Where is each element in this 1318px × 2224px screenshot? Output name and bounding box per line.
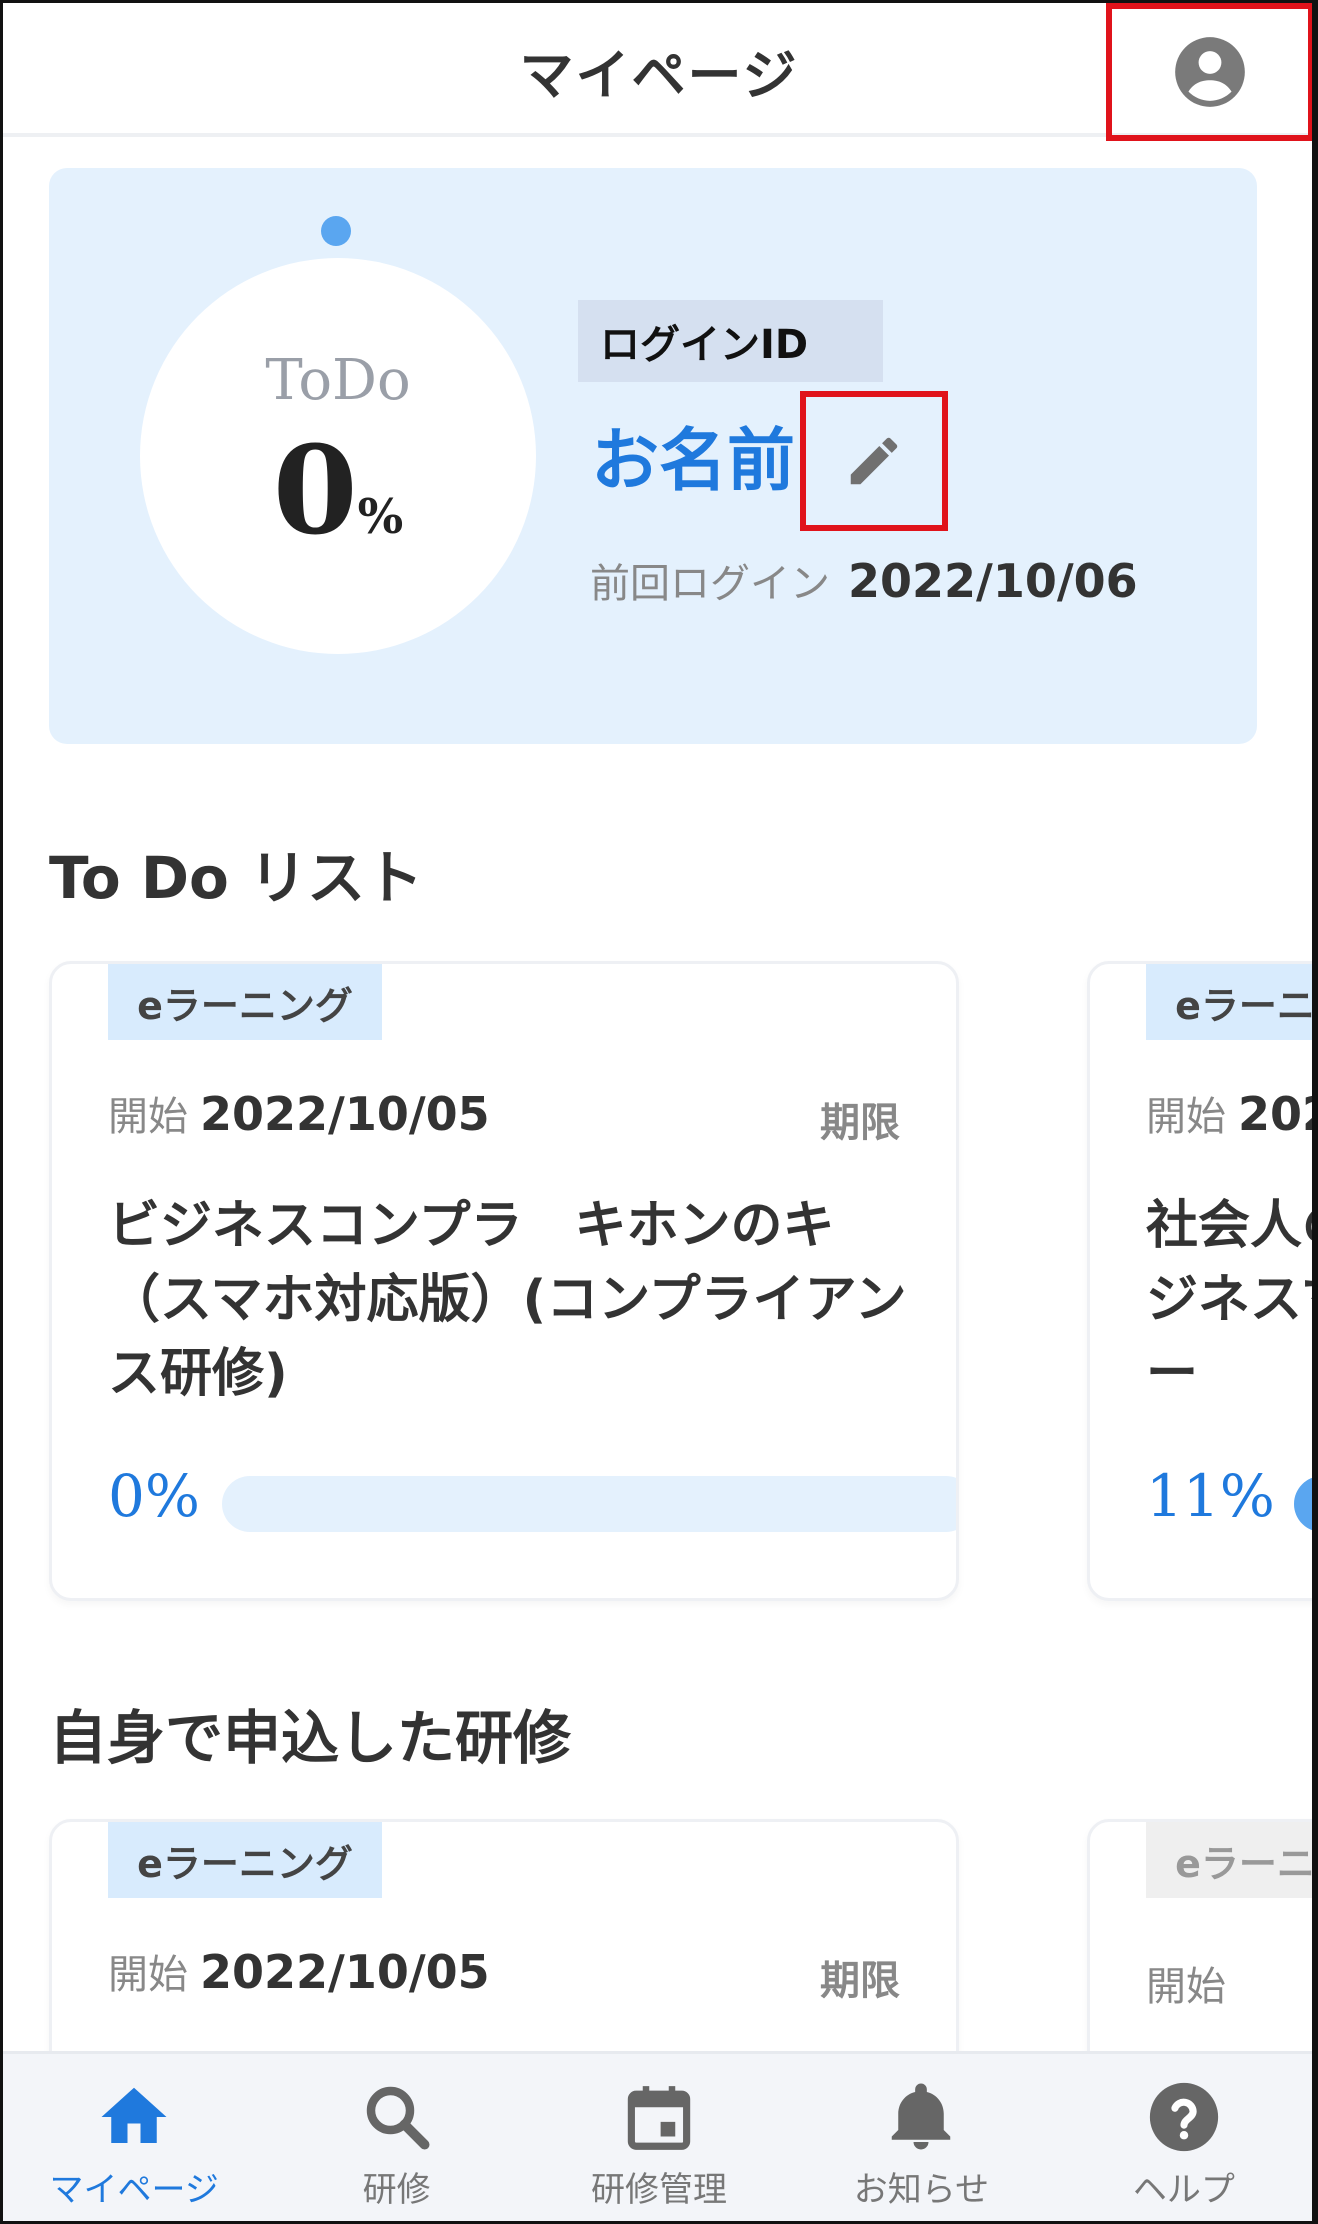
- help-icon: [1149, 2082, 1218, 2152]
- search-icon: [366, 2086, 430, 2150]
- course-title: 社会人のビジネスマナー: [1146, 1196, 1312, 1404]
- todo-label: ToDo: [265, 348, 411, 413]
- start-date: 2022/10/05: [200, 1945, 490, 1999]
- start-date: 2022/10/05: [1238, 1087, 1312, 1141]
- start-info: 開始 2022/10/05: [108, 1084, 490, 1142]
- course-type-badge: eラーニング: [1146, 964, 1312, 1040]
- last-login-date: 2022/10/06: [848, 554, 1138, 608]
- deadline-label: 期限: [820, 1958, 900, 2004]
- nav-label: ヘルプ: [1132, 2170, 1235, 2210]
- todo-percentage: 0%: [140, 418, 536, 562]
- progress-bar: [1294, 1476, 1312, 1532]
- start-label: 開始: [108, 1094, 188, 1140]
- app-frame: マイページ ToDo 0% ログインID お名前 前回ログイン 2022/10/0…: [0, 0, 1318, 2224]
- todo-unit: %: [357, 489, 404, 545]
- login-id-label: ログインID: [578, 300, 883, 382]
- bell-icon: [892, 2083, 951, 2150]
- applied-section-title: 自身で申込した研修: [49, 1704, 572, 1772]
- todo-card[interactable]: eラーニング 開始2022/10/05 期限 社会人のビジネスマナー 11%: [1087, 961, 1312, 1601]
- home-icon: [101, 2087, 167, 2143]
- todo-value: 0: [272, 418, 358, 562]
- nav-label: マイページ: [49, 2170, 219, 2210]
- course-title: ビジネスコンプラ キホンのキ（スマホ対応版）(コンプライアンス研修): [108, 1196, 907, 1404]
- nav-item-training[interactable]: 研修: [265, 2054, 527, 2221]
- nav-label: 研修管理: [591, 2170, 728, 2210]
- todo-progress-marker: [321, 216, 351, 246]
- course-type-badge: eラーニング: [1146, 1822, 1312, 1898]
- nav-item-notifications[interactable]: お知らせ: [790, 2054, 1052, 2221]
- bottom-nav: マイページ 研修 研修管理 お知らせ ヘルプ: [3, 2051, 1312, 2221]
- pencil-icon: [850, 437, 898, 485]
- nav-label: 研修: [362, 2170, 431, 2210]
- progress-percentage: 11%: [1146, 1462, 1275, 1530]
- account-circle-icon: [1175, 37, 1245, 107]
- start-label: 開始: [1146, 1964, 1226, 2010]
- start-info: 開始 2022/10/05: [108, 1942, 490, 2000]
- calendar-icon: [627, 2086, 691, 2150]
- nav-label: お知らせ: [853, 2170, 990, 2210]
- start-label: 開始: [1146, 1094, 1226, 1140]
- progress-fill: [1294, 1476, 1312, 1532]
- user-name: お名前: [591, 422, 796, 501]
- todo-section-title: To Do リスト: [49, 844, 424, 912]
- start-date: 2022/10/05: [200, 1087, 490, 1141]
- last-login: 前回ログイン 2022/10/06: [590, 551, 1138, 609]
- last-login-label: 前回ログイン: [590, 561, 830, 607]
- app-header: マイページ: [3, 3, 1312, 141]
- edit-name-button[interactable]: [800, 391, 948, 531]
- todo-card[interactable]: eラーニング 開始 2022/10/05 期限 ビジネスコンプラ キホンのキ（スマ…: [49, 961, 959, 1601]
- todo-progress-ring: ToDo 0%: [140, 258, 536, 654]
- course-type-badge: eラーニング: [108, 964, 382, 1040]
- progress-bar: [222, 1476, 956, 1532]
- course-type-badge: eラーニング: [108, 1822, 382, 1898]
- start-label: 開始: [108, 1952, 188, 1998]
- deadline-label: 期限: [820, 1100, 900, 1146]
- progress-percentage: 0%: [108, 1462, 201, 1530]
- account-button[interactable]: [1106, 3, 1312, 141]
- nav-item-help[interactable]: ヘルプ: [1053, 2054, 1312, 2221]
- nav-item-training-management[interactable]: 研修管理: [528, 2054, 790, 2221]
- start-info: 開始 2022/10/05: [1146, 1084, 1312, 1142]
- nav-item-mypage[interactable]: マイページ: [3, 2054, 265, 2221]
